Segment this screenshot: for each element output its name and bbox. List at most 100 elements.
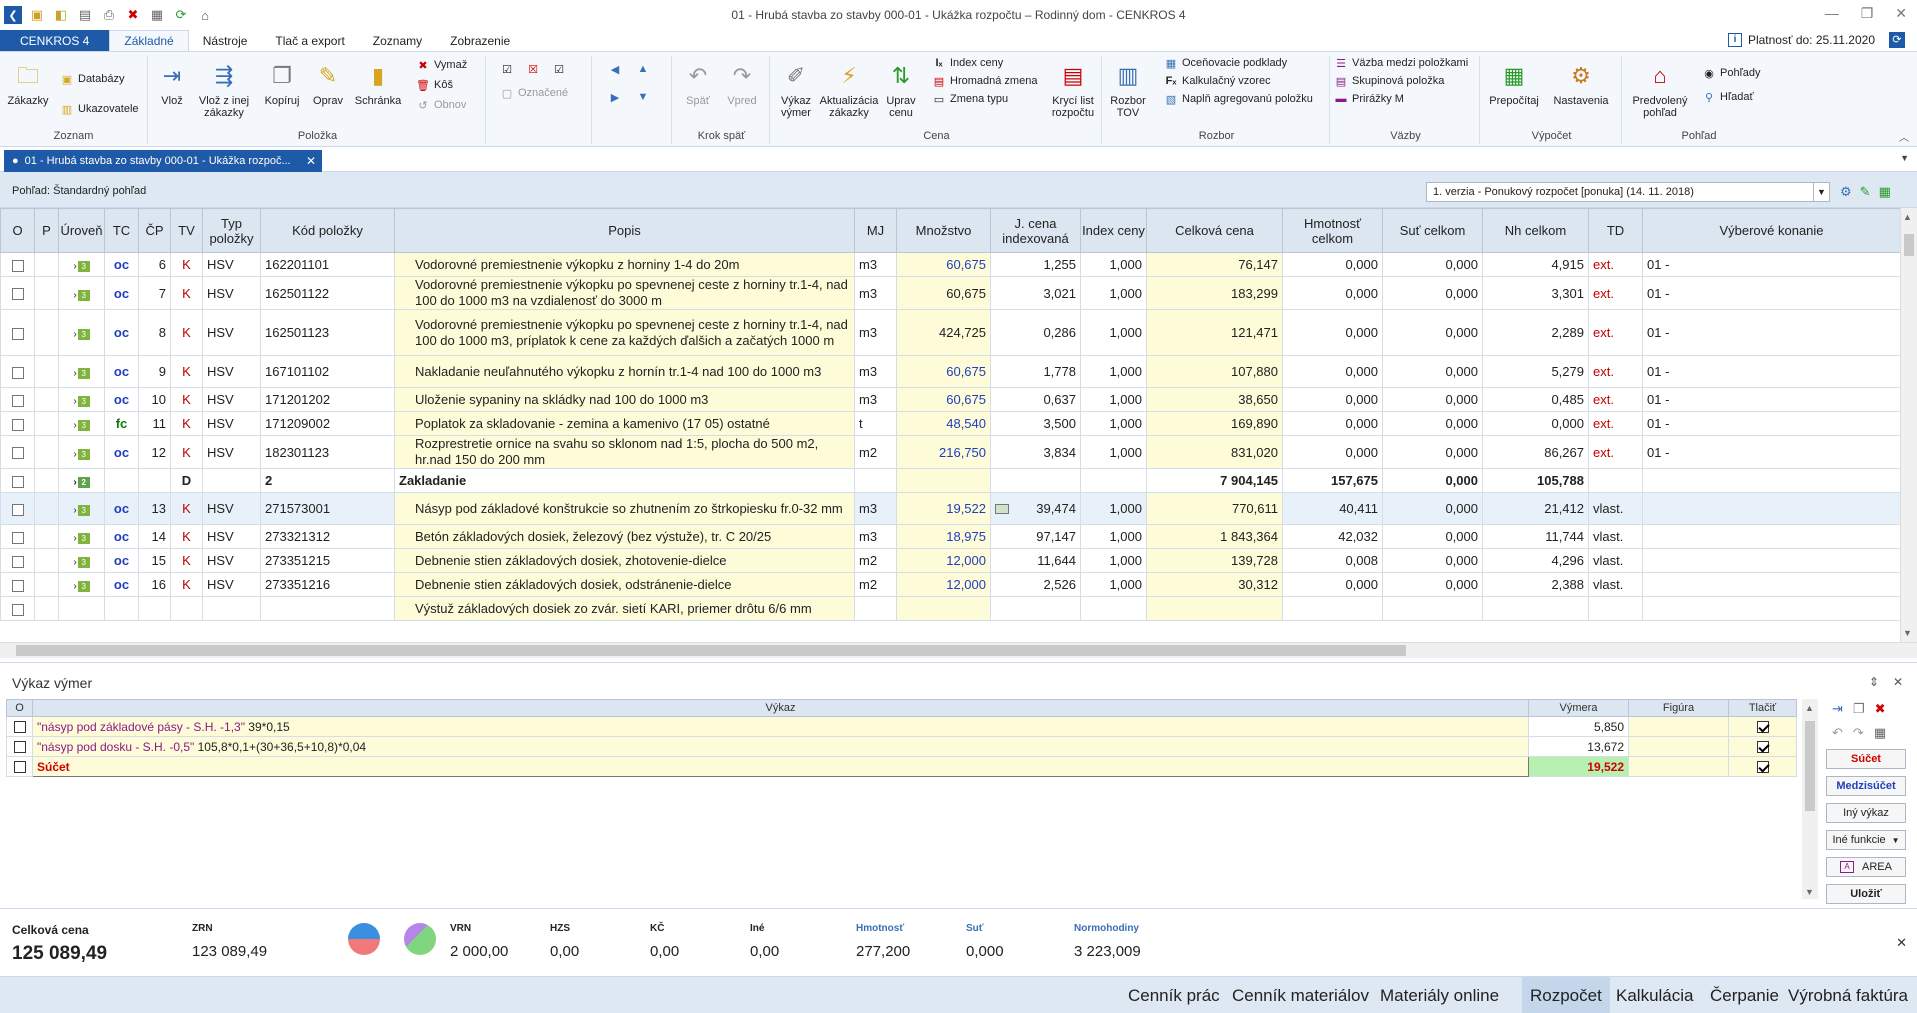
row-popis[interactable]: Betón základových dosiek, železový (bez … [394,524,855,549]
col-header-td[interactable]: TD [1588,208,1643,253]
row-kod[interactable]: 273321312 [260,524,395,549]
level-expand-icon[interactable]: › 3 [73,396,90,407]
tab-rozpocet[interactable]: Rozpočet [1522,977,1610,1013]
sucet-button[interactable]: Súčet [1826,749,1906,769]
iny-vykaz-button[interactable]: Iný výkaz [1826,803,1906,823]
table-row[interactable]: Výstuž základových dosiek zo zvár. sietí… [0,596,1900,621]
col-header-sut[interactable]: Suť celkom [1382,208,1483,253]
checkbox-icon[interactable] [11,579,24,592]
panel-close-icon[interactable]: ✕ [1893,675,1903,689]
row-kod[interactable]: 273351216 [260,572,395,597]
checkbox-icon[interactable] [11,603,24,616]
table-row[interactable]: › 3 oc 16 K HSV 273351216 Debnenie stien základ… [0,572,1900,597]
row-popis[interactable]: Vodorovné premiestnenie výkopku z hornin… [394,252,855,277]
zmena-typu-button[interactable]: ▭ Zmena typu [932,92,1008,106]
col-header-hmotnost[interactable]: Hmotnosť celkom [1282,208,1383,253]
delete-row-icon[interactable]: ✖ [1875,701,1886,717]
checkbox-icon[interactable] [11,447,24,460]
level-expand-icon[interactable]: › 3 [73,368,90,379]
vloz-z-inej-button[interactable]: ⇶ Vlož z inej zákazky [198,60,250,120]
row-mnozstvo[interactable]: 60,675 [896,276,991,310]
vykaz-col-tlacit[interactable]: Tlačiť [1728,699,1797,717]
tab-zobrazenie[interactable]: Zobrazenie [436,30,524,51]
price-detail-icon[interactable] [995,504,1009,514]
row-kod[interactable]: 162201101 [260,252,395,277]
row-select-checkbox[interactable] [0,252,35,277]
obnov-button[interactable]: ↺ Obnov [416,98,466,112]
row-level[interactable]: › 3 [58,524,105,549]
kryci-list-button[interactable]: ▤ Krycí list rozpočtu [1048,60,1098,120]
kos-button[interactable]: 🗑 Kôš [416,78,453,92]
checkbox-icon[interactable] [11,503,24,516]
aktualizacia-button[interactable]: ⚡ Aktualizácia zákazky [820,60,879,120]
filter-icon[interactable]: ⚙ [1840,184,1852,200]
col-header-celkova[interactable]: Celková cena [1146,208,1283,253]
document-icon[interactable]: ▤ [76,6,94,24]
checkbox-icon[interactable] [11,394,24,407]
col-header-mnozstvo[interactable]: Množstvo [896,208,991,253]
check-icon[interactable]: ☑ [500,62,514,76]
table-row[interactable]: › 3 oc 10 K HSV 171201202 Uloženie sypaniny na … [0,387,1900,412]
tab-nastroje[interactable]: Nástroje [189,30,262,51]
tab-kalkulacia[interactable]: Kalkulácia [1608,977,1702,1013]
col-header-mj[interactable]: MJ [854,208,897,253]
vykaz-sum-row[interactable]: Súčet 19,522 [6,756,1797,777]
refresh-icon[interactable]: ⟳ [172,6,190,24]
row-select-checkbox[interactable] [0,572,35,597]
level-expand-icon[interactable]: › 3 [73,420,90,431]
level-expand-icon[interactable]: › 3 [73,557,90,568]
vykaz-col-o[interactable]: O [6,699,33,717]
row-kod[interactable]: 162501123 [260,309,395,356]
area-button[interactable]: A AREA [1826,857,1906,877]
vykaz-row-tlacit[interactable] [1728,716,1797,737]
index-ceny-button[interactable]: Iₓ Index ceny [932,56,1003,70]
table-row[interactable]: › 3 oc 6 K HSV 162201101 Vodorovné premiestneni… [0,252,1900,277]
tab-cennik-prac[interactable]: Cenník prác [1120,977,1228,1013]
checkbox-icon[interactable] [11,475,24,488]
vykaz-col-figura[interactable]: Figúra [1628,699,1729,717]
row-level[interactable]: › 3 [58,548,105,573]
databazy-button[interactable]: ▣ Databázy [60,72,125,86]
col-header-index[interactable]: Index ceny [1080,208,1147,253]
row-level[interactable]: › 3 [58,309,105,356]
col-header-jcena[interactable]: J. cena indexovaná [990,208,1081,253]
level-expand-icon[interactable]: › 3 [73,581,90,592]
grid-horizontal-scrollbar[interactable] [0,642,1917,658]
table-row[interactable]: › 3 oc 15 K HSV 273351215 Debnenie stien základ… [0,548,1900,573]
undo-icon[interactable]: ↶ [1832,725,1843,741]
col-header-tv[interactable]: TV [170,208,203,253]
row-select-checkbox[interactable] [0,435,35,469]
row-mnozstvo[interactable]: 48,540 [896,411,991,436]
vykaz-row-text[interactable]: "násyp pod základové pásy - S.H. -1,3" 3… [32,716,1529,737]
print-icon[interactable]: ⎙ [100,6,118,24]
summary-close-icon[interactable]: ✕ [1896,935,1907,951]
row-mnozstvo[interactable]: 19,522 [896,492,991,525]
table-row[interactable]: › 3 oc 12 K HSV 182301123 Rozprestretie ornice … [0,435,1900,469]
schranka-button[interactable]: ▮ Schránka [354,60,402,108]
tab-tlac-export[interactable]: Tlač a export [261,30,358,51]
row-kod[interactable]: 162501122 [260,276,395,310]
arrow-down-icon[interactable]: ▼ [636,90,650,104]
row-kod[interactable]: 273351215 [260,548,395,573]
spat-button[interactable]: ↶ Späť [678,60,718,108]
row-kod[interactable]: 171201202 [260,387,395,412]
row-level[interactable] [58,596,105,621]
vymaz-button[interactable]: ✖ Vymaž [416,58,467,72]
row-popis[interactable]: Poplatok za skladovanie - zemina a kamen… [394,411,855,436]
chevron-down-icon[interactable]: ▼ [1813,183,1829,201]
kopiruj-button[interactable]: ❐ Kopíruj [260,60,304,108]
hladat-button[interactable]: ⚲ Hľadať [1702,90,1754,104]
row-popis[interactable]: Debnenie stien základových dosiek, zhoto… [394,548,855,573]
delete-icon[interactable]: ✖ [124,6,142,24]
checkbox-icon[interactable] [11,531,24,544]
row-kod[interactable]: 182301123 [260,435,395,469]
close-button[interactable]: ✕ [1895,5,1907,22]
table-row[interactable]: › 3 oc 13 K HSV 271573001 Násyp pod základové k… [0,492,1900,525]
tab-vyrobna-faktura[interactable]: Výrobná faktúra [1780,977,1916,1013]
level-expand-icon[interactable]: › 3 [73,329,90,340]
row-kod[interactable]: 271573001 [260,492,395,525]
row-popis[interactable]: Rozprestretie ornice na svahu so sklonom… [394,435,855,469]
row-mnozstvo[interactable] [896,596,991,621]
table-row[interactable]: › 3 oc 8 K HSV 162501123 Vodorovné premiestneni… [0,309,1900,356]
row-level[interactable]: › 3 [58,387,105,412]
